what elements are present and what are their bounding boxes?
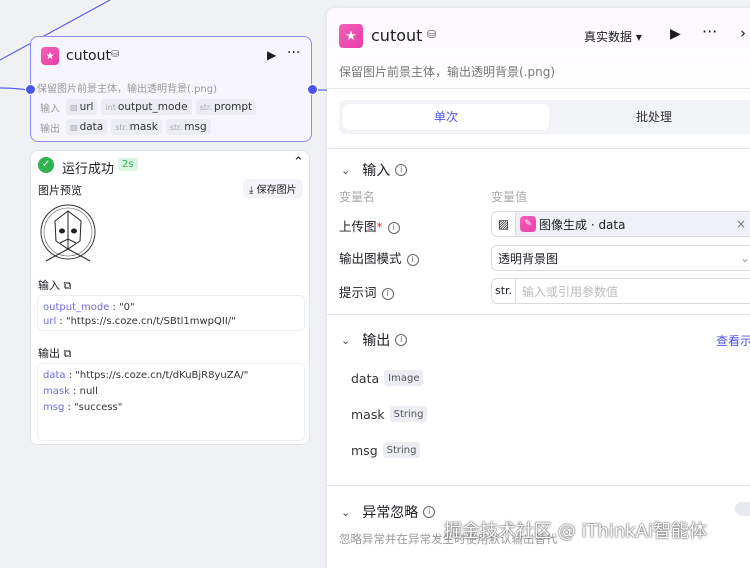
output-label: 输出 ⧉	[38, 347, 72, 360]
output-item: msg String	[351, 442, 424, 458]
preview-image[interactable]	[38, 201, 98, 263]
output-item: data Image	[351, 370, 427, 386]
collapse-chevron-icon[interactable]: ⌃	[293, 155, 304, 170]
view-example-link[interactable]: 查看示	[716, 332, 750, 349]
data-mode-dropdown[interactable]: 真实数据 ▾	[584, 28, 642, 45]
tab-batch[interactable]: 批处理	[549, 104, 750, 130]
copy-icon[interactable]: ⧉	[64, 279, 72, 292]
panel-desc: 保留图片前景主体，输出透明背景(.png)	[339, 65, 556, 79]
col-name-header: 变量名	[339, 190, 376, 204]
output-section-header[interactable]: ⌄ 输出 i	[341, 330, 408, 350]
run-result-panel: ✓ 运行成功 2s ⌃ 图片预览 ⤓ 保存图片 输入 ⧉ output_mode…	[30, 150, 310, 445]
plugin-icon: ⛁	[427, 28, 437, 41]
save-image-button[interactable]: ⤓ 保存图片	[243, 179, 303, 198]
run-time-badge: 2s	[118, 158, 138, 171]
cutout-node[interactable]: ★ cutout ⛁ ▶ ··· 保留图片前景主体，输出透明背景(.png) 输…	[30, 36, 312, 142]
input-json: output_mode : "0" url : "https://s.coze.…	[37, 295, 305, 331]
clear-icon[interactable]: ×	[736, 217, 746, 231]
plugin-icon: ⛁	[111, 49, 120, 60]
node-inputs: 输入 ▨ url int output_mode str. prompt	[40, 99, 260, 115]
col-value-header: 变量值	[491, 190, 528, 204]
tab-bar: 单次 批处理	[339, 100, 750, 134]
exception-toggle[interactable]	[735, 502, 750, 516]
output-json: data : "https://s.coze.cn/t/dKuBjR8yuZA/…	[37, 363, 305, 441]
input-port[interactable]	[25, 84, 36, 95]
more-button[interactable]: ···	[287, 45, 300, 61]
image-gen-icon: ✎	[520, 216, 536, 232]
plugin-logo-icon: ★	[41, 47, 59, 65]
field-label-prompt: 提示词 i	[339, 282, 394, 301]
plugin-logo-icon: ★	[339, 24, 363, 48]
field-label-mode: 输出图模式 i	[339, 248, 419, 267]
node-desc: 保留图片前景主体，输出透明背景(.png)	[37, 84, 218, 95]
node-detail-panel: ★ cutout ⛁ 真实数据 ▾ ▶ ··· › 保留图片前景主体，输出透明背…	[327, 8, 750, 568]
watermark: 掘金技术社区 @ iThinkAi智能体	[444, 521, 707, 542]
run-status: 运行成功	[62, 162, 115, 177]
tab-single[interactable]: 单次	[343, 104, 549, 130]
more-button[interactable]: ···	[702, 22, 717, 41]
panel-title: cutout	[371, 26, 423, 45]
run-node-button[interactable]: ▶	[267, 48, 276, 62]
output-port[interactable]	[307, 84, 318, 95]
exception-section-header[interactable]: ⌄ 异常忽略 i	[341, 502, 436, 522]
node-outputs: 输出 ▨ data str. mask str. msg	[40, 119, 215, 135]
success-icon: ✓	[38, 157, 54, 173]
preview-label: 图片预览	[38, 184, 82, 197]
input-section-header[interactable]: ⌄ 输入 i	[341, 160, 408, 180]
upload-image-field[interactable]: ▨ ✎ 图像生成 · data ×	[491, 211, 750, 237]
output-item: mask String	[351, 406, 431, 422]
run-button[interactable]: ▶	[670, 26, 681, 42]
image-icon: ▨	[492, 212, 516, 236]
close-icon[interactable]: ›	[740, 24, 746, 42]
node-title: cutout	[66, 48, 111, 64]
prompt-input[interactable]: str. 输入或引用参数值	[491, 278, 750, 304]
input-label: 输入 ⧉	[38, 279, 72, 292]
copy-icon[interactable]: ⧉	[64, 347, 72, 360]
output-mode-select[interactable]: 透明背景图 ⌄	[491, 245, 750, 271]
field-label-upload: 上传图* i	[339, 216, 400, 235]
